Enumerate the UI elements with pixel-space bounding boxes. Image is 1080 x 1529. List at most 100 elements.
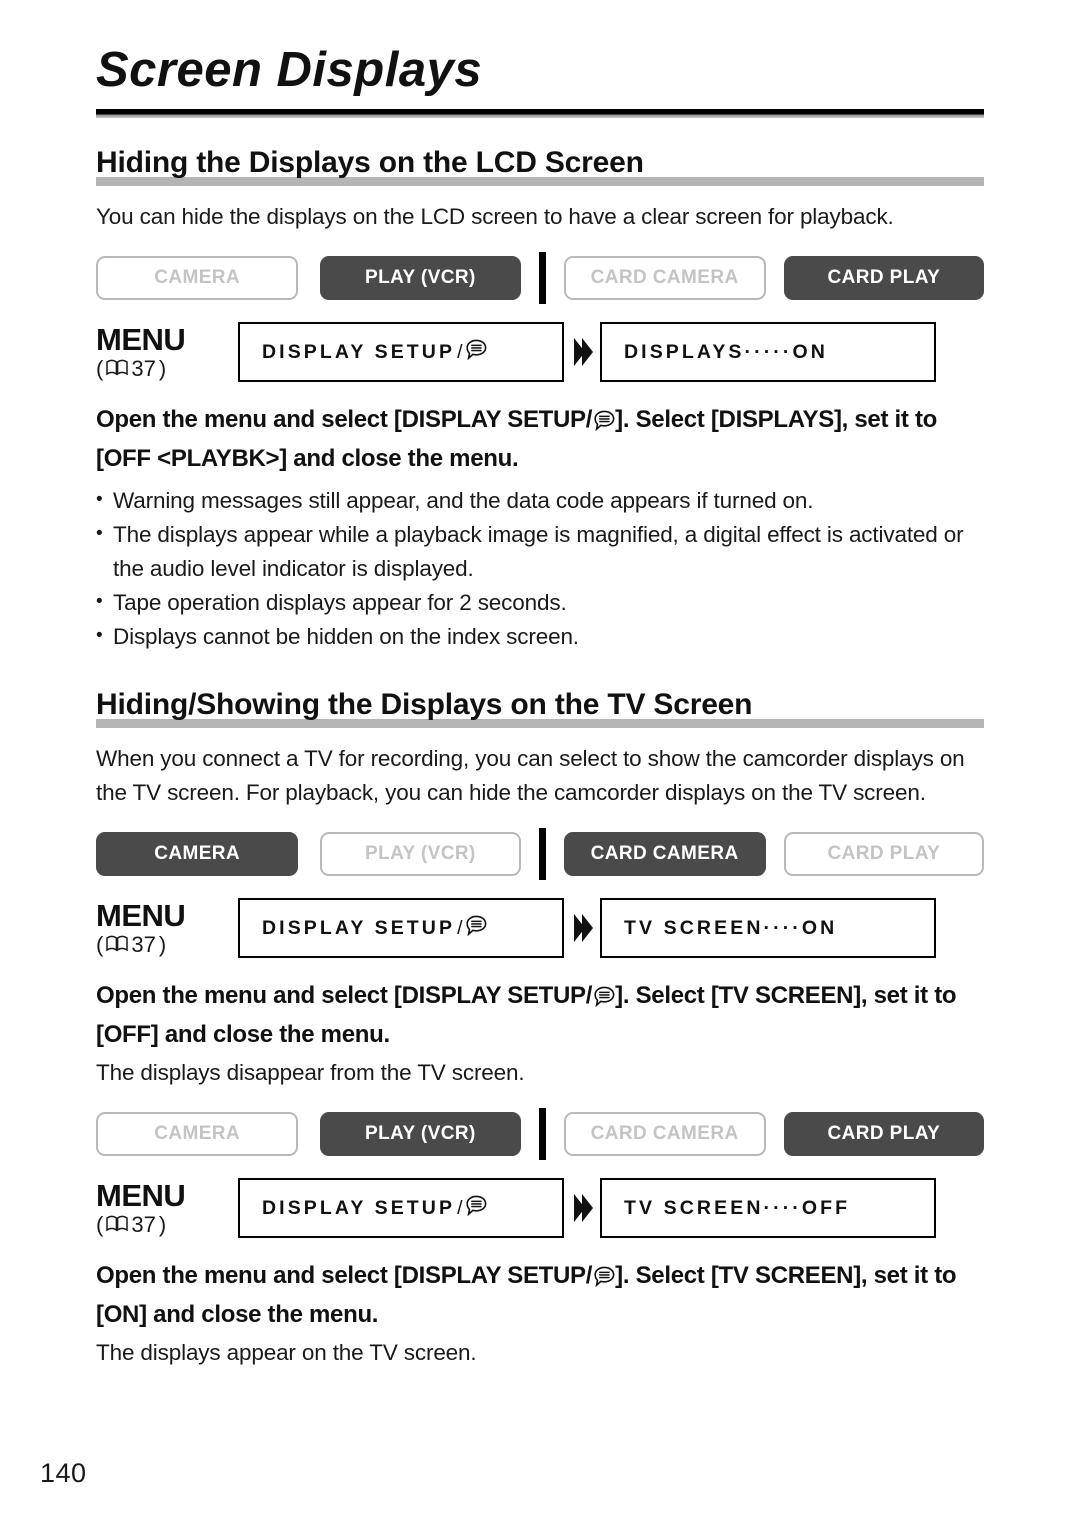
menu-box-display-setup-1[interactable]: DISPLAY SETUP /	[238, 322, 564, 382]
mode-group-divider	[538, 828, 546, 880]
paren-close: )	[158, 932, 167, 958]
mode-row-2: CAMERA PLAY (VCR) CARD CAMERA CARD PLAY	[96, 828, 984, 880]
double-chevron-right-icon	[573, 338, 593, 366]
list-item: Displays cannot be hidden on the index s…	[96, 619, 984, 654]
mode-button-camera[interactable]: CAMERA	[96, 1112, 299, 1156]
menu-box-2-text: TV SCREEN····ON	[624, 916, 838, 939]
mode-button-card-play[interactable]: CARD PLAY	[783, 1112, 984, 1156]
menu-box-1-label: DISPLAY SETUP	[262, 916, 456, 939]
book-icon	[106, 357, 129, 380]
menu-box-tv-screen-off[interactable]: TV SCREEN····OFF	[600, 1178, 936, 1238]
display-balloon-icon	[594, 1262, 615, 1297]
instruction-tv-on: Open the menu and select [DISPLAY SETUP/…	[96, 1258, 984, 1332]
mode-button-camera[interactable]: CAMERA	[96, 832, 299, 876]
menu-box-tv-screen-on[interactable]: TV SCREEN····ON	[600, 898, 936, 958]
section-intro-tv: When you connect a TV for recording, you…	[96, 746, 965, 805]
mode-button-card-camera-label: CARD CAMERA	[590, 267, 739, 288]
mode-button-play-vcr-label: PLAY (VCR)	[365, 267, 476, 288]
mode-button-camera[interactable]: CAMERA	[96, 256, 299, 300]
mode-group-divider	[538, 252, 546, 304]
manual-page: Screen Displays Hiding the Displays on t…	[0, 0, 1080, 1529]
mode-button-card-camera[interactable]: CARD CAMERA	[563, 256, 766, 300]
mode-group-divider	[538, 1108, 546, 1160]
menu-box-1-text: DISPLAY SETUP /	[262, 915, 487, 942]
mode-button-play-vcr-label: PLAY (VCR)	[365, 843, 476, 864]
book-icon	[106, 933, 129, 956]
paren-open: (	[96, 356, 104, 382]
display-balloon-icon	[465, 1195, 487, 1222]
paren-close: )	[158, 356, 167, 382]
mode-button-card-play-label: CARD PLAY	[827, 843, 941, 864]
title-rule	[96, 109, 984, 118]
mode-row-1: CAMERA PLAY (VCR) CARD CAMERA CARD PLAY	[96, 252, 984, 304]
menu-row-3: MENU ( 37) DISPLAY SETUP / TV SCREEN····…	[96, 1178, 984, 1238]
menu-flow-arrow-2	[564, 912, 600, 944]
menu-box-1-slash: /	[457, 340, 463, 363]
menu-box-display-setup-3[interactable]: DISPLAY SETUP /	[238, 1178, 564, 1238]
instruction-tv-off-part1: Open the menu and select [DISPLAY SETUP/	[96, 982, 593, 1009]
mode-button-play-vcr-label: PLAY (VCR)	[365, 1123, 476, 1144]
menu-box-displays-setting-1[interactable]: DISPLAYS·····ON	[600, 322, 936, 382]
section-heading-lcd: Hiding the Displays on the LCD Screen	[96, 146, 984, 186]
menu-box-1-slash: /	[457, 916, 463, 939]
mode-button-card-play-label: CARD PLAY	[827, 267, 941, 288]
double-chevron-right-icon	[573, 914, 593, 942]
book-icon	[106, 1213, 129, 1236]
display-balloon-icon	[465, 915, 487, 942]
menu-box-1-label: DISPLAY SETUP	[262, 340, 456, 363]
display-balloon-icon	[594, 406, 615, 441]
mode-button-card-camera[interactable]: CARD CAMERA	[563, 1112, 766, 1156]
display-balloon-icon	[594, 982, 615, 1017]
result-text-tv-off: The displays disappear from the TV scree…	[96, 1060, 525, 1085]
paren-close: )	[158, 1212, 167, 1238]
mode-button-play-vcr[interactable]: PLAY (VCR)	[320, 256, 521, 300]
section-heading-tv: Hiding/Showing the Displays on the TV Sc…	[96, 688, 984, 728]
menu-label-2: MENU ( 37)	[96, 897, 238, 956]
section-intro-lcd: You can hide the displays on the LCD scr…	[96, 204, 894, 229]
menu-label-3: MENU ( 37)	[96, 1177, 238, 1236]
instruction-lcd-part2: ]. Select [DISPLAYS], set it to	[615, 406, 938, 433]
mode-button-play-vcr[interactable]: PLAY (VCR)	[320, 1112, 521, 1156]
paren-open: (	[96, 1212, 104, 1238]
mode-button-card-play[interactable]: CARD PLAY	[783, 256, 984, 300]
menu-page-reference: ( 37)	[96, 933, 238, 956]
menu-ref-page: 37	[131, 932, 156, 958]
page-title: Screen Displays	[96, 43, 483, 97]
menu-page-reference: ( 37)	[96, 357, 238, 380]
list-item: Tape operation displays appear for 2 sec…	[96, 585, 984, 620]
menu-flow-arrow-1	[564, 336, 600, 368]
instruction-tv-on-part1: Open the menu and select [DISPLAY SETUP/	[96, 1262, 593, 1289]
result-text-tv-on: The displays appear on the TV screen.	[96, 1340, 477, 1365]
mode-button-play-vcr[interactable]: PLAY (VCR)	[320, 832, 521, 876]
menu-box-2-text: TV SCREEN····OFF	[624, 1196, 851, 1219]
menu-word: MENU	[96, 1177, 186, 1213]
menu-page-reference: ( 37)	[96, 1213, 238, 1236]
mode-button-card-camera[interactable]: CARD CAMERA	[563, 832, 766, 876]
mode-button-camera-label: CAMERA	[154, 267, 241, 288]
mode-button-camera-label: CAMERA	[154, 843, 241, 864]
menu-flow-arrow-3	[564, 1192, 600, 1224]
menu-ref-page: 37	[131, 356, 156, 382]
instruction-lcd-part1: Open the menu and select [DISPLAY SETUP/	[96, 406, 593, 433]
menu-word: MENU	[96, 321, 186, 357]
menu-label-1: MENU ( 37)	[96, 321, 238, 380]
double-chevron-right-icon	[573, 1194, 593, 1222]
menu-box-display-setup-2[interactable]: DISPLAY SETUP /	[238, 898, 564, 958]
paren-open: (	[96, 932, 104, 958]
mode-button-card-play[interactable]: CARD PLAY	[783, 832, 984, 876]
mode-row-3: CAMERA PLAY (VCR) CARD CAMERA CARD PLAY	[96, 1108, 984, 1160]
mode-button-camera-label: CAMERA	[154, 1123, 241, 1144]
menu-box-1-text: DISPLAY SETUP /	[262, 339, 487, 366]
instruction-lcd-line2: [OFF <PLAYBK>] and close the menu.	[96, 445, 519, 472]
mode-button-card-camera-label: CARD CAMERA	[590, 843, 739, 864]
list-item: The displays appear while a playback ima…	[96, 517, 984, 586]
menu-box-1-label: DISPLAY SETUP	[262, 1196, 456, 1219]
section-heading-text: Hiding/Showing the Displays on the TV Sc…	[96, 688, 753, 721]
list-item: Warning messages still appear, and the d…	[96, 483, 984, 518]
instruction-tv-on-part2: ]. Select [TV SCREEN], set it	[615, 1262, 928, 1289]
menu-word: MENU	[96, 897, 186, 933]
display-balloon-icon	[465, 339, 487, 366]
menu-box-1-slash: /	[457, 1196, 463, 1219]
instruction-tv-off-part2: ]. Select [TV SCREEN], set it	[615, 982, 928, 1009]
mode-button-card-camera-label: CARD CAMERA	[590, 1123, 739, 1144]
